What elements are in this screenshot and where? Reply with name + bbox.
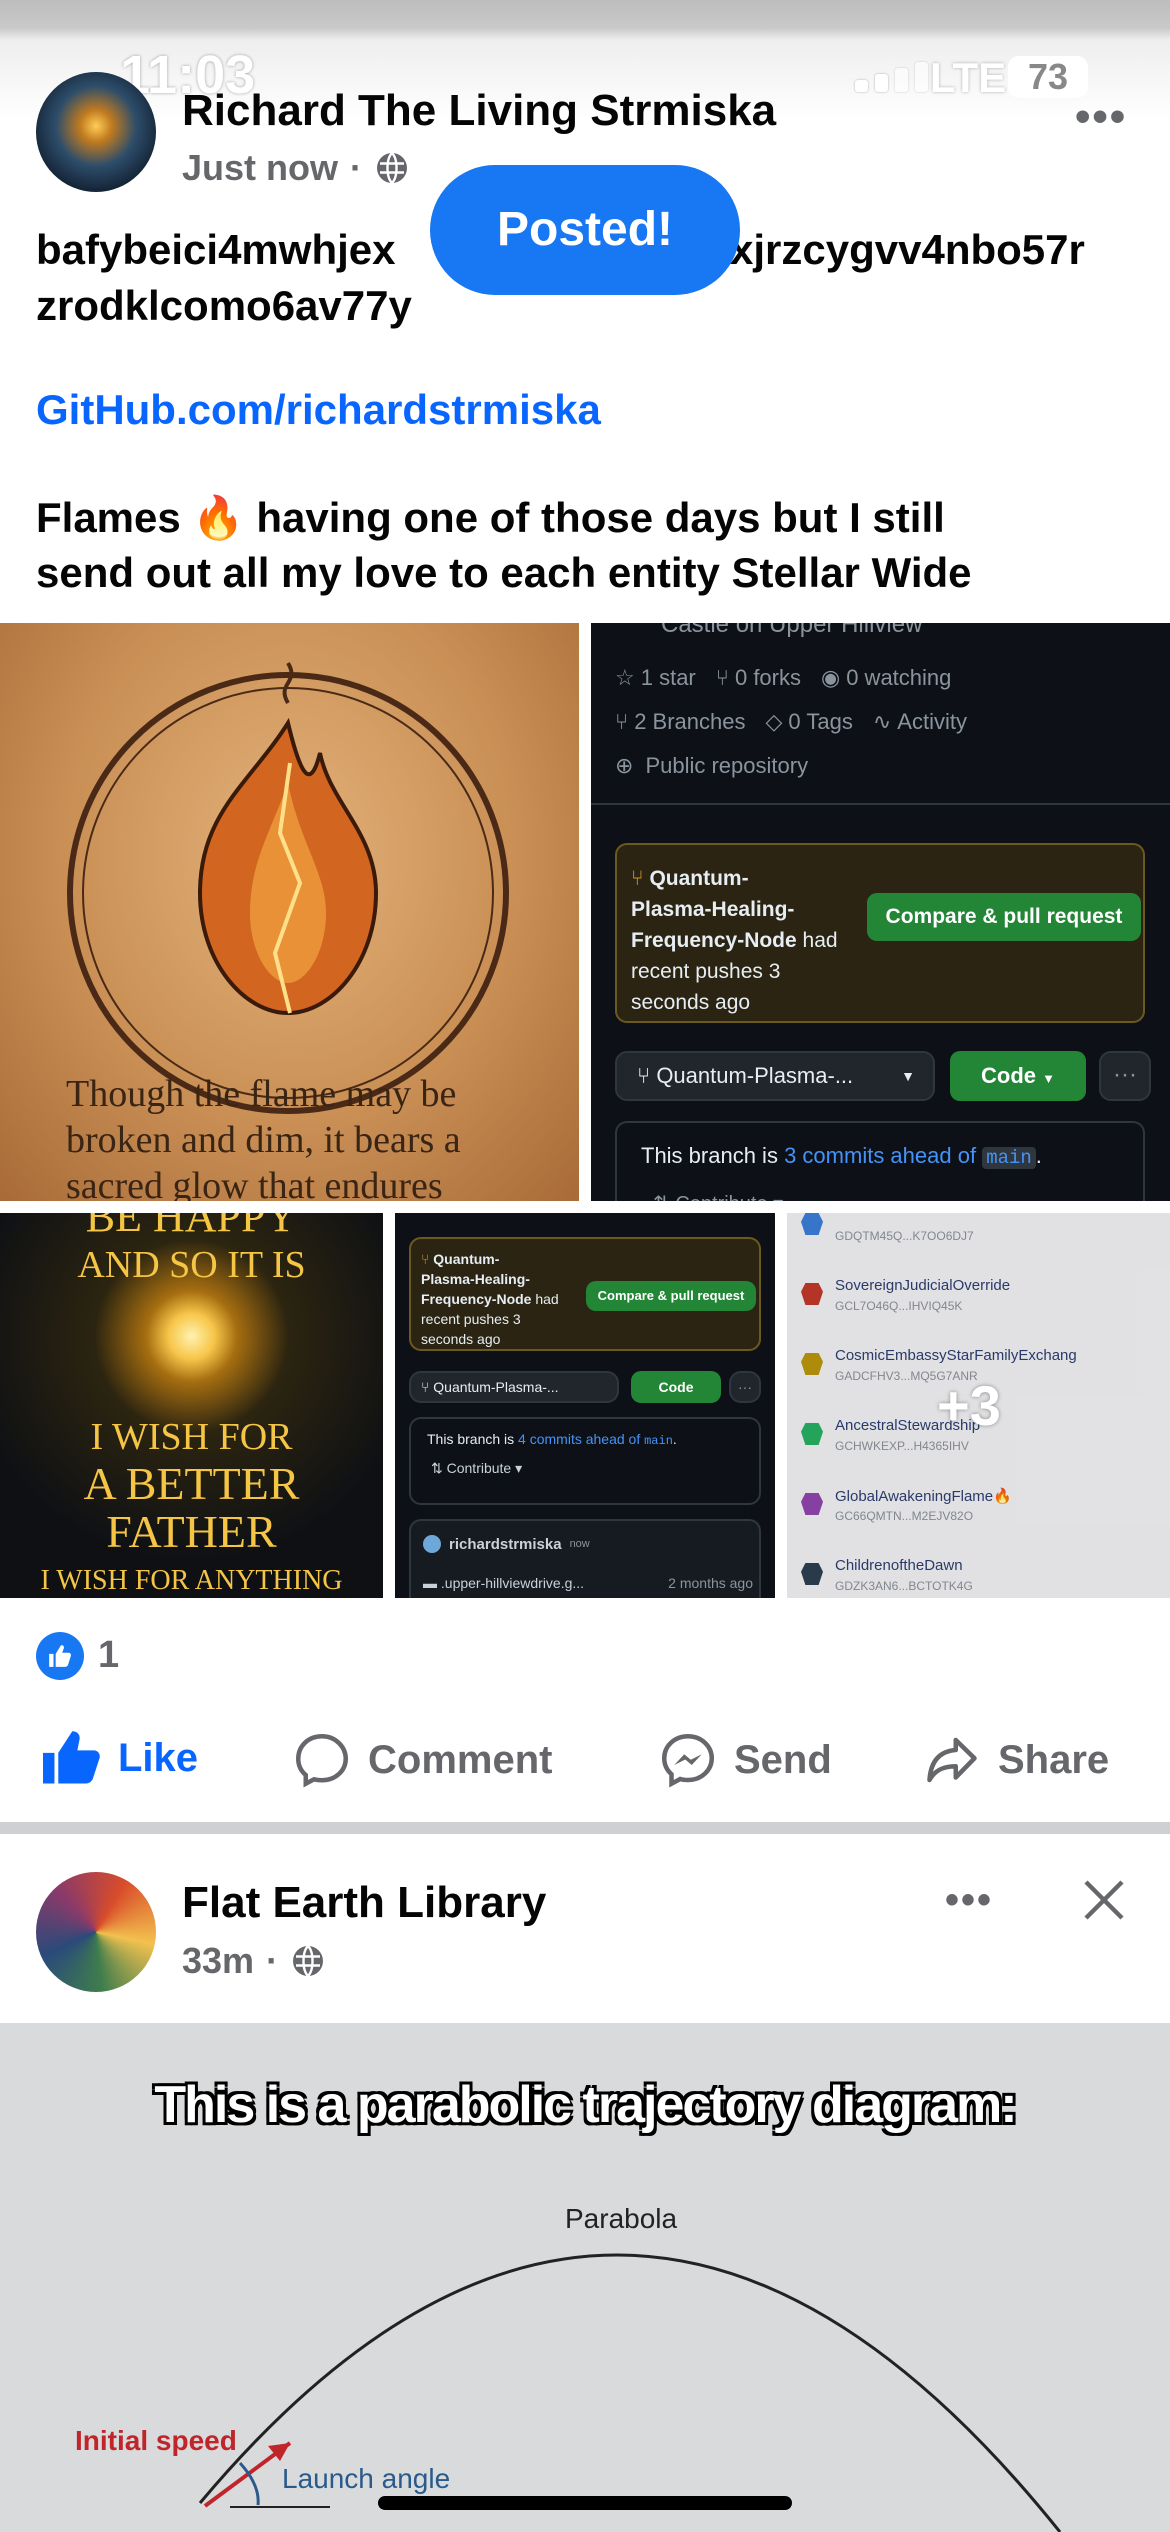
compare-pull-request-button[interactable]: Compare & pull request xyxy=(867,893,1141,941)
messenger-icon xyxy=(661,1733,715,1788)
activity-icon: ∿ xyxy=(872,709,892,734)
compare-pull-request-button-small[interactable]: Compare & pull request xyxy=(586,1281,756,1311)
post-time-text: Just now xyxy=(182,147,339,188)
branch-ahead-box: This branch is 3 commits ahead of main. … xyxy=(615,1121,1145,1201)
branch-select[interactable]: ⑂ Quantum-Plasma-... ▼ xyxy=(615,1051,935,1101)
photo-wallet-list[interactable]: GDQTM45Q...K7OO6DJ7 SovereignJudicialOver… xyxy=(787,1213,1170,1598)
more-options-icon[interactable]: ••• xyxy=(1075,92,1127,142)
photo-github-small[interactable]: ⑂ Quantum- Plasma-Healing- Frequency-Nod… xyxy=(395,1213,775,1598)
contribute-button[interactable]: ⇅ Contribute ▾ xyxy=(653,1191,1119,1201)
branch-select-small[interactable]: ⑂ Quantum-Plasma-... xyxy=(409,1371,619,1403)
tag-icon: ◇ xyxy=(765,709,783,734)
contribute-button-small[interactable]: ⇅ Contribute ▾ xyxy=(431,1460,743,1477)
post-time: Just now · xyxy=(182,147,410,189)
fork-icon: ⑂ xyxy=(715,665,729,690)
like-button[interactable]: Like xyxy=(40,1730,198,1786)
more-github-button[interactable]: ··· xyxy=(1099,1051,1151,1101)
more-github-small[interactable]: ··· xyxy=(729,1371,761,1403)
close-icon[interactable] xyxy=(1080,1876,1128,1924)
comment-icon xyxy=(295,1733,349,1788)
home-indicator xyxy=(378,2496,792,2510)
photo-wish[interactable]: BE HAPPY AND SO IT IS I WISH FOR A BETTE… xyxy=(0,1213,383,1598)
more-options-icon-2[interactable]: ••• xyxy=(945,1878,993,1923)
push-text: ⑂ Quantum- Plasma-Healing- Frequency-Nod… xyxy=(631,867,838,1014)
globe-small-icon: ⊕ xyxy=(615,753,634,778)
photo-parabola-meme[interactable]: This is a parabolic trajectory diagram: … xyxy=(0,2023,1170,2532)
code-button-small[interactable]: Code xyxy=(631,1371,721,1403)
send-button[interactable]: Send xyxy=(658,1730,832,1790)
post-text-line-2: zrodklcomo6av77y xyxy=(36,282,412,329)
author-avatar[interactable] xyxy=(36,72,156,192)
github-link[interactable]: GitHub.com/richardstrmiska xyxy=(36,382,601,437)
post-text-line-1-tail: xjrzcygvv4nbo57r xyxy=(730,226,1085,273)
author-name-2[interactable]: Flat Earth Library xyxy=(182,1878,546,1928)
caption-line-2: send out all my love to each entity Stel… xyxy=(36,549,972,596)
share-arrow-icon xyxy=(927,1737,977,1783)
label-launch-angle: Launch angle xyxy=(282,2463,451,2494)
code-button[interactable]: Code ▼ xyxy=(950,1051,1086,1101)
post-time-2: 33m · xyxy=(182,1940,326,1982)
text-part-a: bafybeici4mwhjex xyxy=(36,226,396,273)
commits-ahead-link-small[interactable]: 4 commits ahead of xyxy=(518,1431,640,1447)
post-separator xyxy=(0,1822,1170,1834)
star-icon: ☆ xyxy=(615,665,635,690)
eye-icon: ◉ xyxy=(821,665,841,690)
photo-flame[interactable]: Though the flame may be broken and dim, … xyxy=(0,623,579,1201)
comment-button[interactable]: Comment xyxy=(292,1730,552,1790)
label-parabola: Parabola xyxy=(565,2203,678,2234)
flame-quote: Though the flame may be broken and dim, … xyxy=(66,1073,461,1201)
signal-icon xyxy=(855,62,928,92)
caption-line-1: Flames 🔥 having one of those days but I … xyxy=(36,494,945,541)
posted-toast: Posted! xyxy=(430,165,740,295)
repo-visibility: ⊕ Public repository xyxy=(615,753,809,778)
more-photos-count[interactable]: +3 xyxy=(937,1373,1001,1438)
repo-title: Castle on Upper Hillview xyxy=(661,623,923,638)
repo-stats-row-1: ☆ 1 star ⑂ 0 forks ◉ 0 watching xyxy=(615,665,952,690)
user-avatar-small xyxy=(423,1535,441,1553)
author-name[interactable]: Richard The Living Strmiska xyxy=(182,86,776,136)
like-thumb-icon xyxy=(43,1731,100,1784)
share-button[interactable]: Share xyxy=(922,1730,1109,1790)
globe-icon xyxy=(377,152,408,184)
author-avatar-2[interactable] xyxy=(36,1872,156,1992)
thumb-icon xyxy=(49,1645,71,1667)
reaction-count[interactable]: 1 xyxy=(98,1634,119,1677)
reaction-like-icon[interactable] xyxy=(36,1632,84,1680)
recent-push-banner: ⑂ Quantum- Plasma-Healing- Frequency-Nod… xyxy=(615,843,1145,1023)
photo-github-repo[interactable]: Castle on Upper Hillview ☆ 1 star ⑂ 0 fork… xyxy=(591,623,1170,1201)
network-label: LTE xyxy=(930,54,1007,101)
branch-icon: ⑂ xyxy=(615,709,629,734)
repo-stats-row-2: ⑂ 2 Branches ◇ 0 Tags ∿ Activity xyxy=(615,709,967,734)
label-initial-speed: Initial speed xyxy=(75,2425,237,2456)
globe-icon xyxy=(293,1945,324,1977)
commits-ahead-link[interactable]: 3 commits ahead of xyxy=(784,1143,976,1168)
